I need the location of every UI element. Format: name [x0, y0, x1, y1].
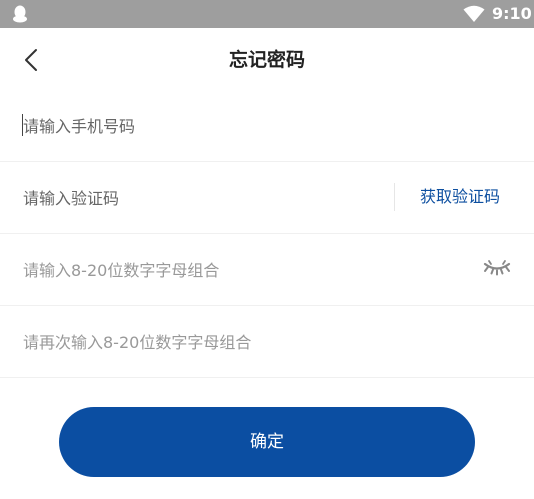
confirm-button[interactable]: 确定 — [59, 407, 475, 477]
password-input[interactable] — [23, 256, 463, 284]
status-time: 9:10 — [492, 4, 532, 23]
status-bar: 9:10 — [0, 0, 534, 28]
password-row — [0, 234, 534, 306]
wifi-icon — [463, 5, 485, 23]
get-code-button[interactable]: 获取验证码 — [420, 185, 500, 209]
page-title: 忘记密码 — [228, 49, 305, 71]
qq-penguin-icon — [10, 4, 30, 24]
divider — [394, 183, 395, 211]
verification-code-input[interactable] — [23, 184, 373, 212]
confirm-password-input[interactable] — [23, 328, 483, 356]
eye-closed-icon — [482, 260, 512, 282]
phone-row — [0, 90, 534, 162]
verification-code-row: 获取验证码 — [0, 162, 534, 234]
nav-bar: 忘记密码 — [0, 28, 534, 90]
confirm-password-row — [0, 306, 534, 378]
phone-input[interactable] — [23, 112, 383, 140]
password-visibility-toggle[interactable] — [482, 258, 512, 278]
